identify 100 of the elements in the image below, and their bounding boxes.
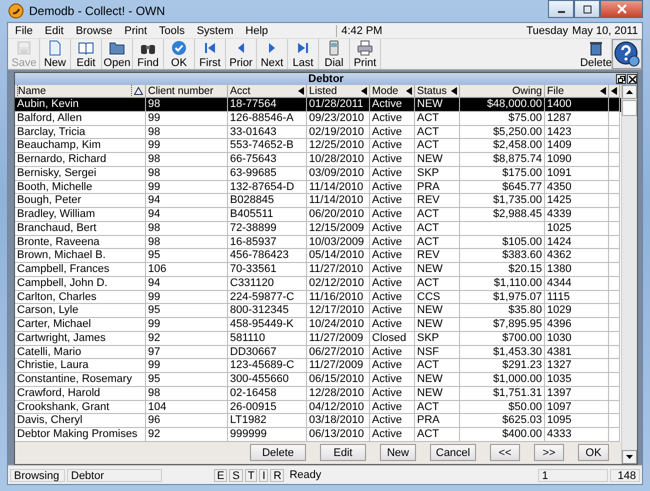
- table-cell: 1090: [545, 153, 609, 167]
- table-cell: 1091: [545, 166, 609, 180]
- table-cell: REV: [415, 249, 460, 263]
- table-row[interactable]: Carter, Michael 99 458-95449-K 10/24/2010 Active NEW $7,895.95 4396: [15, 318, 621, 332]
- table-cell: Crookshank, Grant: [15, 400, 146, 414]
- help-button[interactable]: [612, 39, 642, 69]
- toolbar-button[interactable]: Dial: [319, 39, 350, 69]
- table-row[interactable]: Bernisky, Sergei 98 63-99685 03/09/2010 Active SKP $175.00 1091: [15, 166, 621, 180]
- table-cell: 4350: [545, 180, 609, 194]
- table-row[interactable]: Balford, Allen 99 126-88546-A 09/23/2010 Active ACT $75.00 1287: [15, 112, 621, 126]
- table-cell: 94: [146, 208, 228, 222]
- scroll-down-button[interactable]: [622, 450, 637, 464]
- table-cell: 04/12/2010: [307, 400, 370, 414]
- restore-button[interactable]: [616, 74, 626, 84]
- toolbar-button[interactable]: Find: [133, 39, 164, 69]
- menu-item[interactable]: Tools: [159, 24, 185, 36]
- menu-item[interactable]: File: [15, 24, 33, 36]
- table-cell: Active: [370, 208, 415, 222]
- table-cell: 95: [146, 249, 228, 263]
- table-row[interactable]: Crookshank, Grant 104 26-00915 04/12/2010 Active ACT $50.00 1097: [15, 400, 621, 414]
- table-row[interactable]: Crawford, Harold 98 02-16458 12/28/2010 Active NEW $1,751.31 1397: [15, 386, 621, 400]
- toolbar-button[interactable]: Prior: [226, 39, 257, 69]
- table-row[interactable]: Beauchamp, Kim 99 553-74652-B 12/25/2010 Active ACT $2,458.00 1409: [15, 139, 621, 153]
- menu-item[interactable]: Edit: [44, 24, 64, 36]
- table-cell: 98: [146, 98, 228, 112]
- table-row[interactable]: Aubin, Kevin 98 18-77564 01/28/2011 Active NEW $48,000.00 1400: [15, 98, 621, 112]
- table-cell: Crawford, Harold: [15, 386, 146, 400]
- table-cell: 01/28/2011: [307, 98, 370, 112]
- table-row[interactable]: Bernardo, Richard 98 66-75643 10/28/2010 Active NEW $8,875.74 1090: [15, 153, 621, 167]
- menu-item[interactable]: System: [196, 24, 234, 36]
- table-cell: LT1982: [228, 414, 307, 428]
- table-cell: 11/14/2010: [307, 180, 370, 194]
- table-cell: 800-312345: [228, 304, 307, 318]
- dialog-button[interactable]: OK: [578, 444, 609, 462]
- table-row[interactable]: Davis, Cheryl 96 LT1982 03/18/2010 Active PRA $625.03 1095: [15, 414, 621, 428]
- table-cell: ACT: [415, 126, 460, 140]
- table-row[interactable]: Bronte, Raveena 98 16-85937 10/03/2009 Active ACT $105.00 1424: [15, 236, 621, 250]
- close-button[interactable]: [627, 74, 637, 84]
- table-row[interactable]: Cartwright, James 92 581110 11/27/2009 Closed SKP $700.00 1030: [15, 332, 621, 346]
- status-flag: R: [270, 468, 284, 482]
- table-cell: 126-88546-A: [228, 112, 307, 126]
- table-cell: 12/28/2010: [307, 386, 370, 400]
- table-row[interactable]: Barclay, Tricia 98 33-01643 02/19/2010 Active ACT $5,250.00 1423: [15, 126, 621, 140]
- table-cell: 11/27/2009: [307, 332, 370, 346]
- table-row[interactable]: Carlton, Charles 99 224-59877-C 11/16/2010 Active CCS $1,975.07 1115: [15, 290, 621, 304]
- table-row[interactable]: Bough, Peter 94 B028845 11/14/2010 Active REV $1,735.00 1425: [15, 194, 621, 208]
- filter-arrow-icon: [406, 87, 412, 95]
- toolbar-button[interactable]: OK: [164, 39, 195, 69]
- table-cell: 99: [146, 359, 228, 373]
- table-row[interactable]: Bradley, William 94 B405511 06/20/2010 Active ACT $2,988.45 4339: [15, 208, 621, 222]
- table-row[interactable]: Campbell, Frances 106 70-33561 11/27/2010 Active NEW $20.15 1380: [15, 263, 621, 277]
- table-row[interactable]: Constantine, Rosemary 95 300-455660 06/15/2010 Active NEW $1,000.00 1035: [15, 373, 621, 387]
- table-cell: 1095: [545, 414, 609, 428]
- table-row[interactable]: Campbell, John D. 94 C331120 02/12/2010 Active ACT $1,110.00 4344: [15, 276, 621, 290]
- scroll-thumb[interactable]: [622, 100, 637, 116]
- toolbar-button[interactable]: Open: [102, 39, 133, 69]
- toolbar-button[interactable]: Last: [288, 39, 319, 69]
- dialog-button[interactable]: Cancel: [430, 444, 476, 462]
- dialog-button[interactable]: Edit: [320, 444, 366, 462]
- toolbar-button[interactable]: Next: [257, 39, 288, 69]
- table-row[interactable]: Brown, Michael B. 95 456-786423 05/14/2010 Active REV $383.60 4362: [15, 249, 621, 263]
- status-flag: E: [214, 468, 228, 482]
- table-row[interactable]: Christie, Laura 99 123-45689-C 11/27/2009 Active ACT $291.23 1327: [15, 359, 621, 373]
- table-row[interactable]: Booth, Michelle 99 132-87654-D 11/14/2010 Active PRA $645.77 4350: [15, 180, 621, 194]
- table-row[interactable]: Branchaud, Bert 98 72-38899 12/15/2009 Active ACT 1025: [15, 222, 621, 236]
- toolbar-button[interactable]: Edit: [71, 39, 102, 69]
- table-cell: Debtor Making Promises: [15, 428, 146, 442]
- menu-item[interactable]: Browse: [76, 24, 112, 36]
- table-cell: $75.00: [460, 112, 545, 126]
- table-cell: 02/19/2010: [307, 126, 370, 140]
- table-cell: SKP: [415, 166, 460, 180]
- table-cell: 1035: [545, 373, 609, 387]
- menu-item[interactable]: Help: [245, 24, 268, 36]
- dialog-button[interactable]: <<: [490, 444, 520, 462]
- scroll-up-button[interactable]: [622, 85, 637, 99]
- table-row[interactable]: Debtor Making Promises 92 999999 06/13/2010 Active ACT $400.00 4333: [15, 428, 621, 442]
- checkmark-icon: [171, 40, 187, 56]
- table-cell: 104: [146, 400, 228, 414]
- table-cell: SKP: [415, 332, 460, 346]
- table-cell: DD30667: [228, 346, 307, 360]
- table-cell: Active: [370, 290, 415, 304]
- table-cell: 16-85937: [228, 236, 307, 250]
- menu-item[interactable]: Print: [124, 24, 148, 36]
- dialog-button[interactable]: New: [380, 444, 416, 462]
- toolbar-button[interactable]: Print: [350, 39, 381, 69]
- table-cell: Active: [370, 346, 415, 360]
- table-cell: $175.00: [460, 166, 545, 180]
- maximize-button[interactable]: [574, 0, 600, 18]
- record-count: 148: [610, 468, 640, 482]
- table-cell: Carter, Michael: [15, 318, 146, 332]
- table-cell: Active: [370, 318, 415, 332]
- table-cell: Carlton, Charles: [15, 290, 146, 304]
- table-row[interactable]: Catelli, Mario 97 DD30667 06/27/2010 Active NSF $1,453.30 4381: [15, 346, 621, 360]
- dialog-button[interactable]: Delete: [250, 444, 306, 462]
- minimize-button[interactable]: [548, 0, 574, 18]
- toolbar-button[interactable]: First: [195, 39, 226, 69]
- toolbar-button[interactable]: New: [40, 39, 71, 69]
- table-row[interactable]: Carson, Lyle 95 800-312345 12/17/2010 Active NEW $35.80 1029: [15, 304, 621, 318]
- table-cell: Bernardo, Richard: [15, 153, 146, 167]
- dialog-button[interactable]: >>: [534, 444, 564, 462]
